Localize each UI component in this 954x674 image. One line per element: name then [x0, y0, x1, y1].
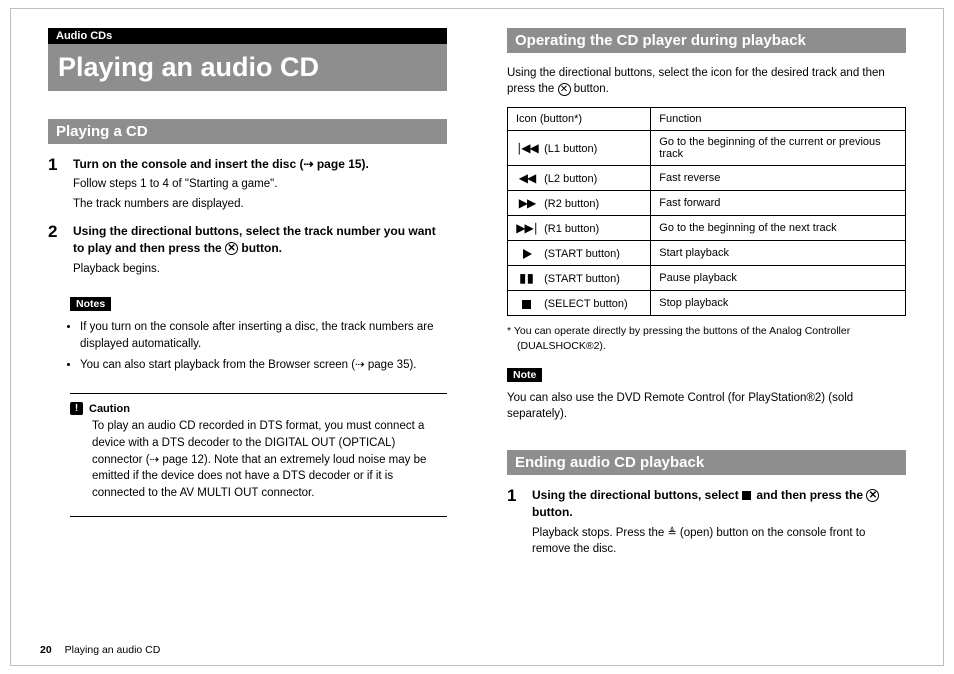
- eject-icon: ≜: [668, 526, 677, 542]
- func-cell: Fast reverse: [651, 166, 906, 191]
- x-button-icon: ✕: [225, 242, 238, 255]
- section-playing-cd: Playing a CD: [48, 119, 447, 144]
- caution-block: ! Caution To play an audio CD recorded i…: [70, 402, 447, 516]
- ending-step-body: Playback stops. Press the ≜ (open) butto…: [532, 525, 906, 559]
- step-1-heading: Turn on the console and insert the disc …: [73, 156, 369, 173]
- operating-intro: Using the directional buttons, select th…: [507, 65, 906, 97]
- ending-step-1: 1 Using the directional buttons, select …: [507, 487, 906, 558]
- func-cell: Fast forward: [651, 191, 906, 216]
- step-2: 2 Using the directional buttons, select …: [48, 223, 447, 277]
- ending-step-heading: Using the directional buttons, select an…: [532, 487, 906, 522]
- footer-title: Playing an audio CD: [65, 644, 161, 656]
- func-cell: Stop playback: [651, 291, 906, 316]
- func-cell: Go to the beginning of the next track: [651, 216, 906, 241]
- notes-label: Notes: [70, 297, 111, 311]
- note-label: Note: [507, 368, 542, 382]
- table-row: (SELECT button) Stop playback: [508, 291, 906, 316]
- x-button-icon: ✕: [866, 489, 879, 502]
- play-icon: [516, 246, 538, 260]
- table-row: ∣◀◀ (L1 button) Go to the beginning of t…: [508, 131, 906, 166]
- th-function: Function: [651, 108, 906, 131]
- step-1: 1 Turn on the console and insert the dis…: [48, 156, 447, 213]
- table-row: ◀◀ (L2 button) Fast reverse: [508, 166, 906, 191]
- table-row: (START button) Start playback: [508, 241, 906, 266]
- left-column: Audio CDs Playing an audio CD Playing a …: [40, 28, 455, 568]
- th-icon: Icon (button*): [508, 108, 651, 131]
- step-1-line1: Follow steps 1 to 4 of "Starting a game"…: [73, 176, 369, 193]
- step-number: 1: [507, 487, 523, 558]
- stop-icon: [516, 296, 538, 310]
- page-title: Playing an audio CD: [48, 44, 447, 91]
- fast-forward-icon: ▶▶: [516, 196, 538, 210]
- note-body: You can also use the DVD Remote Control …: [507, 390, 906, 422]
- playback-controls-table: Icon (button*) Function ∣◀◀ (L1 button) …: [507, 107, 906, 316]
- step-2-line1: Playback begins.: [73, 261, 447, 278]
- notes-list: If you turn on the console after inserti…: [70, 319, 447, 373]
- category-bar: Audio CDs: [48, 28, 447, 44]
- section-ending: Ending audio CD playback: [507, 450, 906, 475]
- func-cell: Go to the beginning of the current or pr…: [651, 131, 906, 166]
- step-number: 1: [48, 156, 64, 213]
- table-footnote: * You can operate directly by pressing t…: [507, 324, 906, 353]
- func-cell: Pause playback: [651, 266, 906, 291]
- stop-icon: [742, 491, 751, 500]
- section-operating: Operating the CD player during playback: [507, 28, 906, 53]
- divider: [70, 393, 447, 394]
- step-number: 2: [48, 223, 64, 277]
- right-column: Operating the CD player during playback …: [499, 28, 914, 568]
- caution-body: To play an audio CD recorded in DTS form…: [70, 418, 447, 501]
- next-track-icon: ▶▶∣: [516, 221, 538, 235]
- page-number: 20: [40, 644, 52, 656]
- x-button-icon: ✕: [558, 83, 571, 96]
- rewind-icon: ◀◀: [516, 171, 538, 185]
- note-item: You can also start playback from the Bro…: [80, 357, 447, 374]
- func-cell: Start playback: [651, 241, 906, 266]
- table-row: ▮▮ (START button) Pause playback: [508, 266, 906, 291]
- note-item: If you turn on the console after inserti…: [80, 319, 447, 352]
- caution-icon: !: [70, 402, 83, 415]
- prev-track-icon: ∣◀◀: [516, 141, 538, 155]
- page-footer: 20 Playing an audio CD: [40, 644, 160, 656]
- table-row: ▶▶∣ (R1 button) Go to the beginning of t…: [508, 216, 906, 241]
- table-row: ▶▶ (R2 button) Fast forward: [508, 191, 906, 216]
- step-1-line2: The track numbers are displayed.: [73, 196, 369, 213]
- step-2-heading: Using the directional buttons, select th…: [73, 223, 447, 258]
- caution-label: Caution: [89, 403, 130, 415]
- pause-icon: ▮▮: [516, 271, 538, 285]
